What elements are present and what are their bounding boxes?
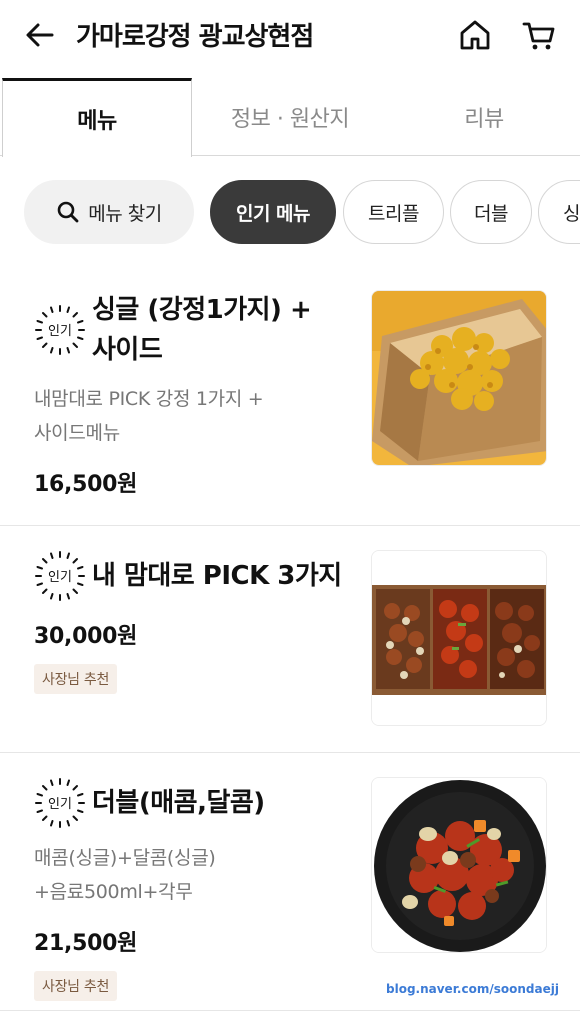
- gangjeong-box-photo: [371, 290, 547, 466]
- menu-item-desc-line1: 매콤(싱글)+달콤(싱글): [34, 847, 216, 869]
- owner-recommend-tag: 사장님 추천: [34, 971, 118, 1001]
- chip-single[interactable]: 싱: [538, 180, 580, 244]
- menu-item-price: 21,500원: [34, 931, 138, 956]
- owner-recommend-tag: 사장님 추천: [34, 664, 118, 694]
- menu-item-desc-line2: 사이드메뉴: [34, 422, 120, 444]
- three-gangjeong-tray-photo: [371, 550, 547, 726]
- store-title: 가마로강정 광교상현점: [76, 22, 314, 52]
- menu-item-name-line2: 사이드: [92, 335, 163, 365]
- cart-button[interactable]: [520, 16, 558, 54]
- cart-icon: [522, 22, 555, 50]
- menu-item-desc-line2: +음료500ml+각무: [34, 881, 193, 903]
- menu-item-name-line1: 싱글 (강정1가지) +: [92, 295, 312, 325]
- app-header: 가마로강정 광교상현점: [0, 0, 580, 72]
- chip-double[interactable]: 더블: [450, 180, 532, 244]
- back-button[interactable]: [22, 17, 58, 53]
- menu-item-description: 매콤(싱글)+달콤(싱글) +음료500ml+각무: [34, 841, 216, 909]
- divider: [0, 1010, 580, 1011]
- tab-review[interactable]: 리뷰: [388, 78, 580, 156]
- menu-item-single[interactable]: 인기 싱글 (강정1가지) + 사이드 내맘대로 PICK 강정 1가지 + 사…: [0, 270, 580, 525]
- arrow-left-icon: [26, 23, 54, 47]
- store-tabs: 메뉴 정보 · 원산지 리뷰: [0, 78, 580, 157]
- chip-triple[interactable]: 트리플: [343, 180, 444, 244]
- menu-item-desc-line1: 내맘대로 PICK 강정 1가지 +: [34, 388, 264, 410]
- spicy-chicken-plate-photo: [371, 777, 547, 953]
- menu-item-price: 16,500원: [34, 472, 138, 497]
- menu-item-price: 30,000원: [34, 624, 138, 649]
- menu-item-double[interactable]: 인기 더블(매콤,달콤) 매콤(싱글)+달콤(싱글) +음료500ml+각무 2…: [0, 753, 580, 1018]
- tab-menu[interactable]: 메뉴: [2, 78, 192, 157]
- menu-category-chips: 메뉴 찾기 인기 메뉴 트리플 더블 싱: [0, 178, 580, 248]
- home-icon: [460, 20, 490, 50]
- popular-badge-icon: 인기: [35, 551, 85, 601]
- home-button[interactable]: [456, 16, 494, 54]
- popular-badge-text: 인기: [48, 797, 72, 812]
- photo-watermark: blog.naver.com/soondaejj: [386, 982, 559, 996]
- menu-item-name: 내 맘대로 PICK 3가지: [92, 561, 342, 591]
- menu-search-label: 메뉴 찾기: [88, 202, 162, 225]
- search-icon: [57, 201, 79, 223]
- menu-item-name: 더블(매콤,달콤): [92, 788, 265, 818]
- popular-badge-icon: 인기: [35, 305, 85, 355]
- chip-popular-menu[interactable]: 인기 메뉴: [210, 180, 336, 244]
- menu-item-name: 싱글 (강정1가지) + 사이드: [92, 290, 312, 370]
- menu-search-button[interactable]: 메뉴 찾기: [24, 180, 194, 244]
- menu-item-pick-three[interactable]: 인기 내 맘대로 PICK 3가지 30,000원 사장님 추천: [0, 526, 580, 752]
- popular-badge-icon: 인기: [35, 778, 85, 828]
- popular-badge-text: 인기: [48, 570, 72, 585]
- tab-info-origin[interactable]: 정보 · 원산지: [192, 78, 388, 156]
- popular-badge-text: 인기: [48, 324, 72, 339]
- menu-item-description: 내맘대로 PICK 강정 1가지 + 사이드메뉴: [34, 382, 264, 450]
